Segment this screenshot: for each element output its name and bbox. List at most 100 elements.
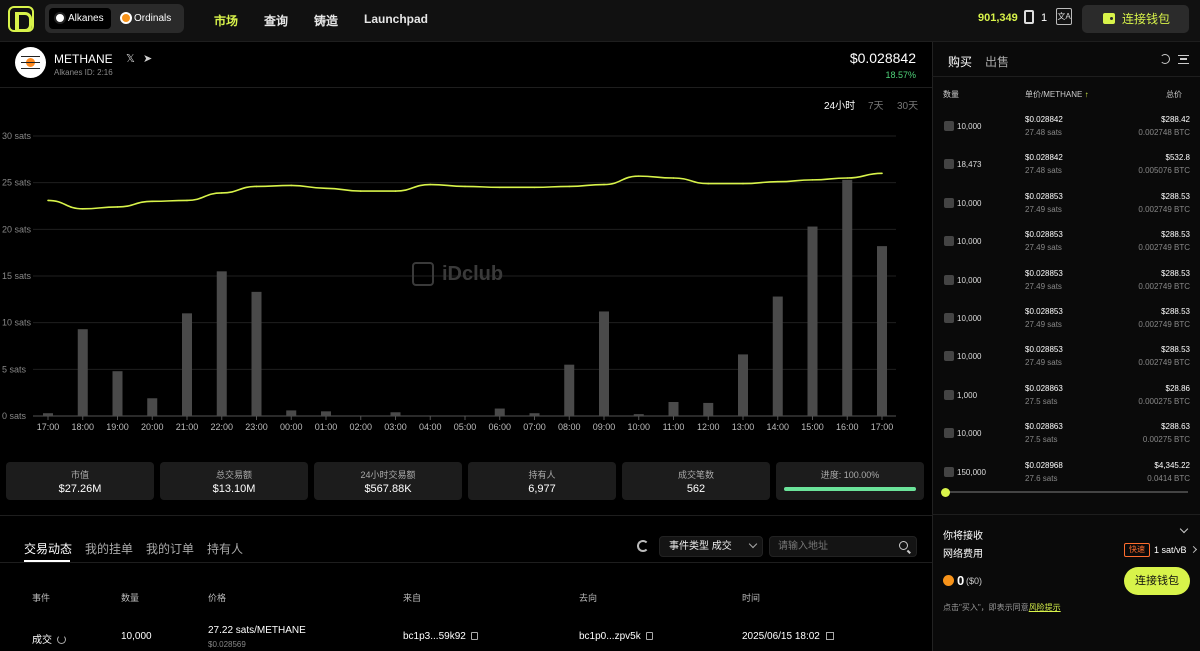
filter-sliders-icon[interactable] (1178, 55, 1189, 64)
volume-bar (251, 291, 262, 416)
volume-bar (390, 412, 401, 416)
tab-my-orders[interactable]: 我的订单 (146, 540, 194, 557)
col-to: 去向 (579, 593, 598, 603)
x-icon[interactable]: 𝕏 (126, 52, 135, 65)
receive-label[interactable]: 你将接收 (943, 527, 983, 542)
timeframe-7d[interactable]: 7天 (868, 97, 884, 112)
x-tick-label: 13:00 (732, 422, 755, 432)
x-tick-label: 21:00 (176, 422, 199, 432)
connect-wallet-button[interactable]: 连接钱包 (1124, 567, 1190, 595)
copy-icon[interactable] (645, 632, 653, 640)
y-tick-label: 5 sats (2, 364, 27, 374)
order-checkbox[interactable] (944, 197, 954, 208)
volume-bar (494, 408, 505, 416)
price-point (742, 182, 744, 185)
to-address[interactable]: bc1p0...zpv5k (579, 631, 641, 642)
order-total-usd: $288.53 (1161, 230, 1190, 240)
x-tick-label: 19:00 (106, 422, 129, 432)
fee-rate[interactable]: 1 sat/vB (1154, 545, 1196, 555)
refresh-icon[interactable] (637, 540, 649, 552)
loading-icon (57, 635, 66, 644)
nav-market[interactable]: 市场 (214, 12, 238, 29)
order-row[interactable]: 10,000 $0.028853 27.49 sats $288.53 0.002749… (932, 222, 1200, 260)
order-row[interactable]: 1,000 $0.028863 27.5 sats $28.86 0.000275 BT… (932, 376, 1200, 414)
nav-mint[interactable]: 铸造 (314, 12, 338, 29)
x-tick-label: 04:00 (419, 422, 442, 432)
tab-holders[interactable]: 持有人 (207, 540, 243, 557)
volume-bar (772, 296, 783, 416)
order-total-btc: 0.002748 BTC (1138, 128, 1190, 137)
copy-icon[interactable] (470, 632, 478, 640)
nav-query[interactable]: 查询 (264, 12, 288, 29)
gas-level: 1 (1041, 12, 1048, 24)
order-checkbox[interactable] (944, 389, 954, 400)
order-unit-price: $0.028968 (1025, 460, 1063, 470)
order-row[interactable]: 10,000 $0.028863 27.5 sats $288.63 0.00275 B… (932, 414, 1200, 452)
order-unit-price: $0.028842 (1025, 153, 1063, 163)
col-unit-price[interactable]: 单价/METHANE ↑ (1025, 89, 1089, 100)
nav-launchpad[interactable]: Launchpad (364, 12, 428, 26)
protocol-alkanes[interactable]: Alkanes (49, 8, 111, 29)
from-address[interactable]: bc1p3...59k92 (403, 631, 466, 642)
order-checkbox[interactable] (944, 466, 954, 477)
translate-icon[interactable]: 文A (1056, 8, 1072, 25)
order-row[interactable]: 18,473 $0.028842 27.48 sats $532.8 0.005076 … (932, 145, 1200, 183)
bitcoin-icon (943, 575, 954, 586)
y-tick-label: 30 sats (2, 131, 32, 141)
order-checkbox[interactable] (944, 236, 954, 247)
risk-link[interactable]: 风险提示 (1029, 603, 1061, 612)
price-point (672, 177, 675, 179)
block-height: 901,349 (978, 12, 1018, 24)
order-row[interactable]: 10,000 $0.028853 27.49 sats $288.53 0.002749… (932, 184, 1200, 222)
timeframe-24h[interactable]: 24小时 (824, 97, 855, 112)
order-checkbox[interactable] (944, 428, 954, 439)
order-row[interactable]: 10,000 $0.028842 27.48 sats $288.42 0.002748… (932, 107, 1200, 145)
order-checkbox[interactable] (944, 159, 954, 170)
order-checkbox[interactable] (944, 121, 954, 131)
tab-buy[interactable]: 购买 (948, 53, 972, 70)
tab-my-listings[interactable]: 我的挂单 (85, 540, 133, 557)
order-row[interactable]: 150,000 $0.028968 27.6 sats $4,345.22 0.0414… (932, 453, 1200, 491)
trade-time: 2025/06/15 18:02 (742, 631, 820, 642)
order-total-btc: 0.002749 BTC (1138, 358, 1190, 368)
volume-bar (182, 313, 192, 416)
x-tick-label: 20:00 (141, 422, 164, 432)
order-row[interactable]: 10,000 $0.028853 27.49 sats $288.53 0.002749… (932, 261, 1200, 299)
refresh-icon[interactable] (1160, 54, 1170, 64)
volume-bar (286, 410, 297, 416)
order-checkbox[interactable] (944, 313, 954, 323)
fee-speed-badge[interactable]: 快速 (1124, 543, 1150, 557)
x-tick-label: 03:00 (384, 422, 407, 432)
order-total-btc: 0.002749 BTC (1138, 204, 1190, 214)
quantity-slider-track[interactable] (945, 491, 1188, 493)
price-point (603, 183, 605, 186)
timeframe-30d[interactable]: 30天 (897, 97, 918, 112)
telegram-icon[interactable]: ➤ (143, 52, 152, 65)
tab-sell[interactable]: 出售 (985, 53, 1009, 70)
order-checkbox[interactable] (944, 274, 954, 285)
volume-bar (842, 179, 853, 416)
volume-bar (738, 354, 748, 416)
protocol-ordinals[interactable]: Ordinals (115, 8, 178, 29)
price-line (47, 172, 883, 210)
search-icon[interactable] (899, 541, 908, 550)
x-tick-label: 12:00 (697, 422, 720, 432)
divider (0, 515, 932, 516)
order-unit-sats: 27.49 sats (1025, 243, 1062, 253)
connect-wallet-button[interactable]: 连接钱包 (1082, 5, 1189, 33)
methane-token-icon (15, 47, 46, 78)
order-row[interactable]: 10,000 $0.028853 27.49 sats $288.53 0.002749… (932, 337, 1200, 375)
y-tick-label: 10 sats (2, 318, 32, 328)
x-tick-label: 10:00 (627, 422, 650, 432)
price-point (151, 200, 154, 203)
tab-activity[interactable]: 交易动态 (24, 540, 72, 557)
event-type-select[interactable]: 事件类型 成交 (659, 536, 763, 557)
external-link-icon[interactable] (825, 632, 834, 640)
address-search-input[interactable] (769, 536, 917, 557)
network-fee-label: 网络费用 (943, 549, 983, 560)
quantity-slider-handle[interactable] (941, 488, 950, 497)
order-row[interactable]: 10,000 $0.028853 27.49 sats $288.53 0.002749… (932, 299, 1200, 337)
idclub-logo[interactable] (8, 6, 34, 32)
order-unit-sats: 27.5 sats (1025, 435, 1058, 445)
order-checkbox[interactable] (944, 351, 954, 362)
